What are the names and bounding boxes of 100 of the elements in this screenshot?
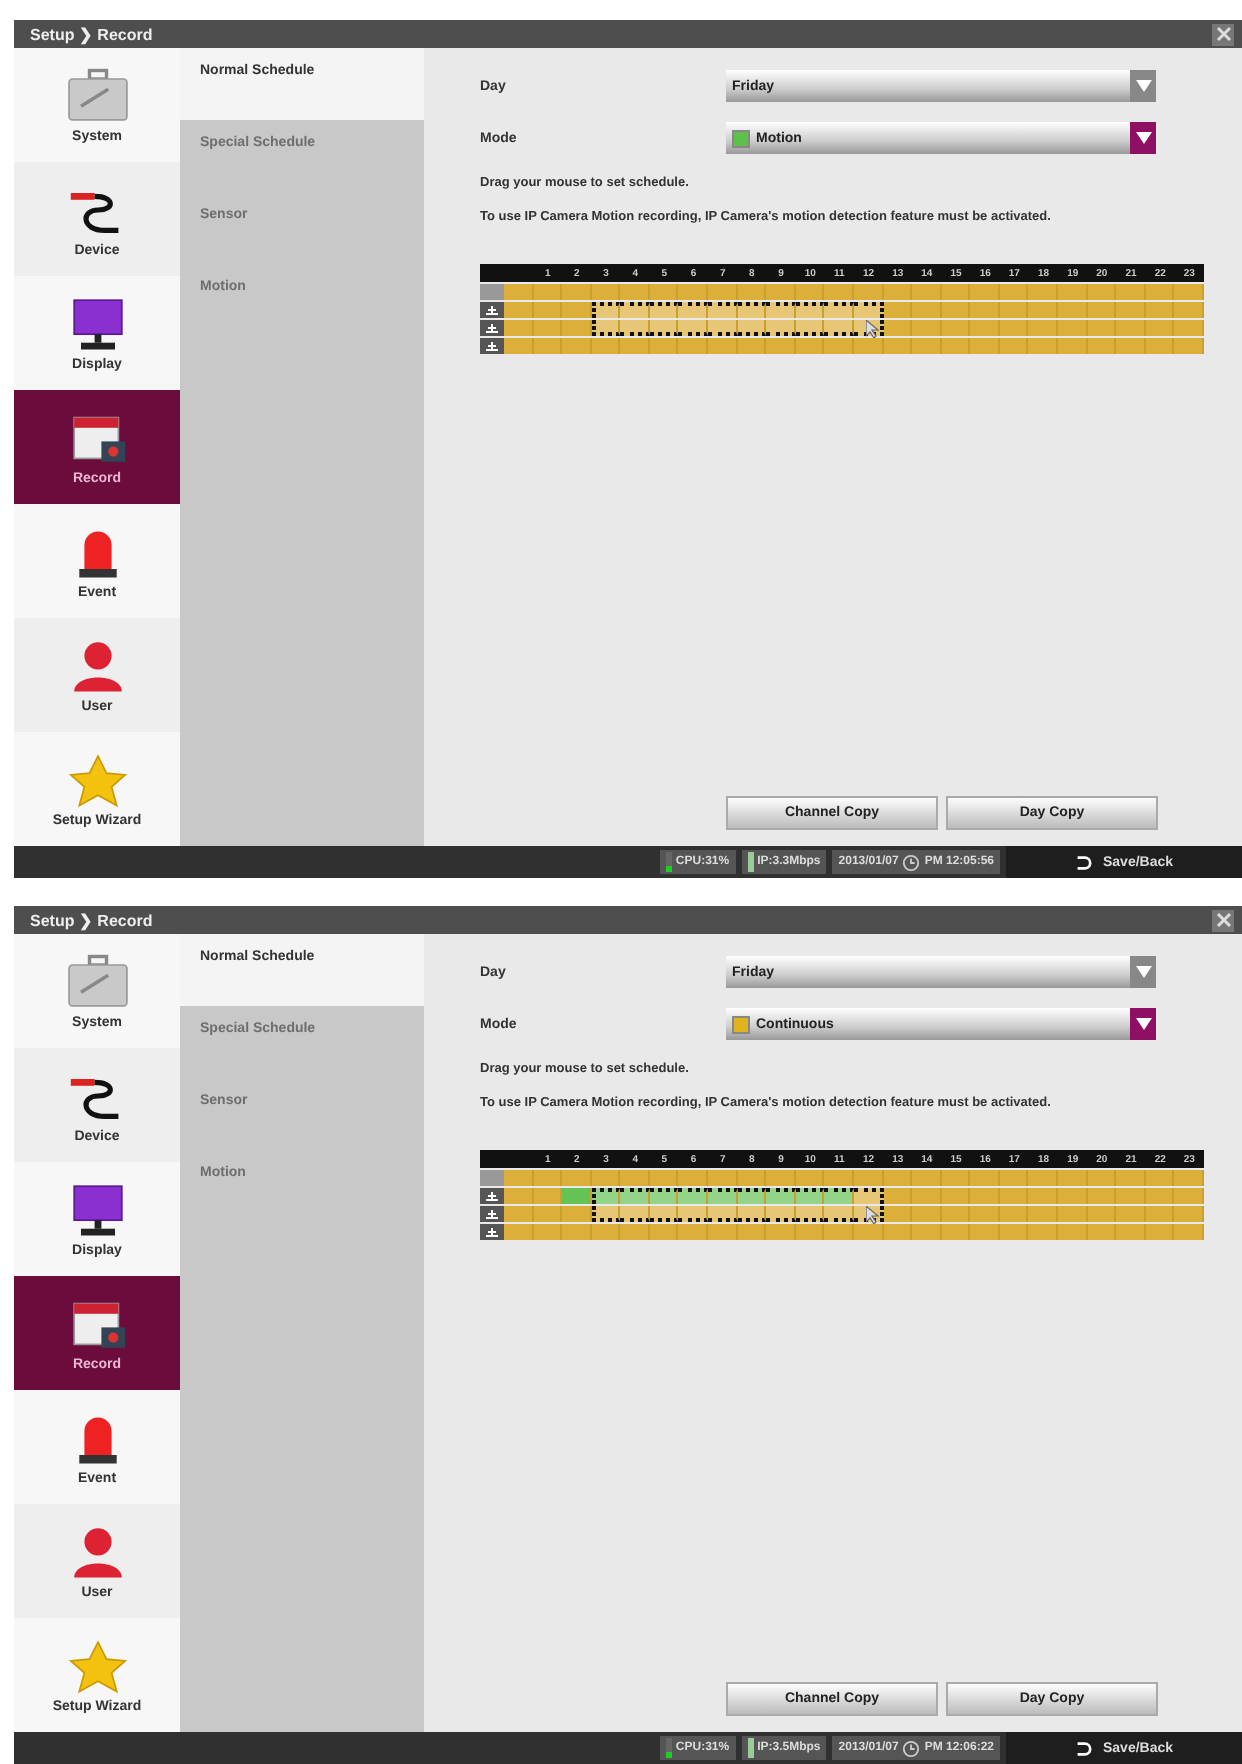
schedule-cell[interactable] [1116, 1224, 1146, 1240]
schedule-cell[interactable] [1116, 338, 1146, 354]
schedule-cell[interactable] [1174, 338, 1204, 354]
selected-schedule-cell[interactable] [678, 1206, 709, 1222]
selected-schedule-cell[interactable] [591, 302, 621, 318]
schedule-cell[interactable] [766, 1170, 796, 1186]
schedule-cell[interactable] [504, 1224, 534, 1240]
schedule-cell[interactable] [970, 1206, 1000, 1222]
schedule-cell[interactable] [708, 1224, 738, 1240]
schedule-cell[interactable] [533, 1224, 563, 1240]
schedule-cell[interactable] [533, 302, 563, 318]
selected-schedule-cell[interactable] [737, 302, 767, 318]
schedule-cell[interactable] [999, 1188, 1029, 1204]
schedule-cell[interactable] [912, 1170, 942, 1186]
schedule-cell[interactable] [737, 284, 767, 300]
schedule-cell[interactable] [1145, 320, 1175, 336]
schedule-cell[interactable] [620, 338, 650, 354]
selected-schedule-cell[interactable] [620, 1206, 650, 1222]
schedule-cell[interactable] [1145, 284, 1175, 300]
selected-schedule-cell[interactable] [766, 302, 796, 318]
selected-schedule-cell[interactable] [853, 1206, 884, 1222]
schedule-cell[interactable] [824, 284, 854, 300]
schedule-cell[interactable] [1087, 302, 1117, 318]
schedule-cell[interactable] [649, 338, 679, 354]
selected-schedule-cell[interactable] [737, 1206, 767, 1222]
schedule-cell[interactable] [883, 1224, 913, 1240]
schedule-cell[interactable] [1087, 284, 1117, 300]
schedule-cell[interactable] [1116, 1206, 1146, 1222]
schedule-cell[interactable] [941, 338, 971, 354]
selected-schedule-cell[interactable] [591, 1188, 621, 1204]
schedule-cell[interactable] [562, 1188, 592, 1204]
schedule-cell[interactable] [970, 338, 1000, 354]
schedule-cell[interactable] [853, 338, 884, 354]
schedule-cell[interactable] [883, 338, 913, 354]
schedule-cell[interactable] [678, 284, 709, 300]
schedule-cell[interactable] [912, 1224, 942, 1240]
selected-schedule-cell[interactable] [591, 1206, 621, 1222]
schedule-cell[interactable] [1174, 320, 1204, 336]
schedule-cell[interactable] [941, 1188, 971, 1204]
schedule-cell[interactable] [941, 302, 971, 318]
schedule-cell[interactable] [795, 338, 825, 354]
schedule-cell[interactable] [1058, 1188, 1088, 1204]
schedule-cell[interactable] [824, 338, 854, 354]
selected-schedule-cell[interactable] [649, 1206, 679, 1222]
schedule-cell[interactable] [999, 1206, 1029, 1222]
schedule-cell[interactable] [853, 1170, 884, 1186]
selected-schedule-cell[interactable] [824, 1206, 854, 1222]
schedule-cell[interactable] [708, 284, 738, 300]
schedule-cell[interactable] [970, 284, 1000, 300]
selected-schedule-cell[interactable] [649, 320, 679, 336]
schedule-cell[interactable] [1087, 1224, 1117, 1240]
selected-schedule-cell[interactable] [824, 320, 854, 336]
schedule-cell[interactable] [737, 338, 767, 354]
schedule-cell[interactable] [504, 1188, 534, 1204]
selected-schedule-cell[interactable] [620, 302, 650, 318]
schedule-cell[interactable] [1028, 1170, 1059, 1186]
selected-schedule-cell[interactable] [708, 1188, 738, 1204]
schedule-cell[interactable] [912, 320, 942, 336]
schedule-cell[interactable] [766, 338, 796, 354]
selected-schedule-cell[interactable] [737, 320, 767, 336]
schedule-cell[interactable] [795, 284, 825, 300]
schedule-cell[interactable] [1116, 284, 1146, 300]
schedule-cell[interactable] [504, 302, 534, 318]
schedule-cell[interactable] [1058, 338, 1088, 354]
schedule-cell[interactable] [1174, 1170, 1204, 1186]
schedule-cell[interactable] [504, 338, 534, 354]
schedule-cell[interactable] [620, 1224, 650, 1240]
schedule-cell[interactable] [533, 1170, 563, 1186]
schedule-cell[interactable] [708, 1170, 738, 1186]
schedule-cell[interactable] [999, 1224, 1029, 1240]
schedule-cell[interactable] [620, 1170, 650, 1186]
schedule-cell[interactable] [883, 284, 913, 300]
schedule-cell[interactable] [1174, 1206, 1204, 1222]
schedule-cell[interactable] [708, 338, 738, 354]
selected-schedule-cell[interactable] [824, 302, 854, 318]
schedule-cell[interactable] [1028, 1188, 1059, 1204]
schedule-cell[interactable] [504, 320, 534, 336]
schedule-cell[interactable] [649, 284, 679, 300]
selected-schedule-cell[interactable] [795, 1188, 825, 1204]
schedule-cell[interactable] [970, 1170, 1000, 1186]
schedule-cell[interactable] [1116, 320, 1146, 336]
schedule-cell[interactable] [941, 1170, 971, 1186]
schedule-cell[interactable] [504, 284, 534, 300]
schedule-cell[interactable] [533, 1206, 563, 1222]
selected-schedule-cell[interactable] [649, 1188, 679, 1204]
schedule-cell[interactable] [912, 284, 942, 300]
schedule-cell[interactable] [1116, 302, 1146, 318]
schedule-cell[interactable] [1145, 1170, 1175, 1186]
schedule-cell[interactable] [562, 302, 592, 318]
schedule-cell[interactable] [883, 320, 913, 336]
schedule-cell[interactable] [912, 1188, 942, 1204]
schedule-cell[interactable] [678, 1170, 709, 1186]
selected-schedule-cell[interactable] [620, 1188, 650, 1204]
schedule-cell[interactable] [649, 1170, 679, 1186]
schedule-cell[interactable] [912, 338, 942, 354]
schedule-cell[interactable] [678, 338, 709, 354]
schedule-cell[interactable] [1174, 284, 1204, 300]
all-channels-handle[interactable] [480, 284, 504, 300]
schedule-cell[interactable] [533, 338, 563, 354]
selected-schedule-cell[interactable] [708, 320, 738, 336]
